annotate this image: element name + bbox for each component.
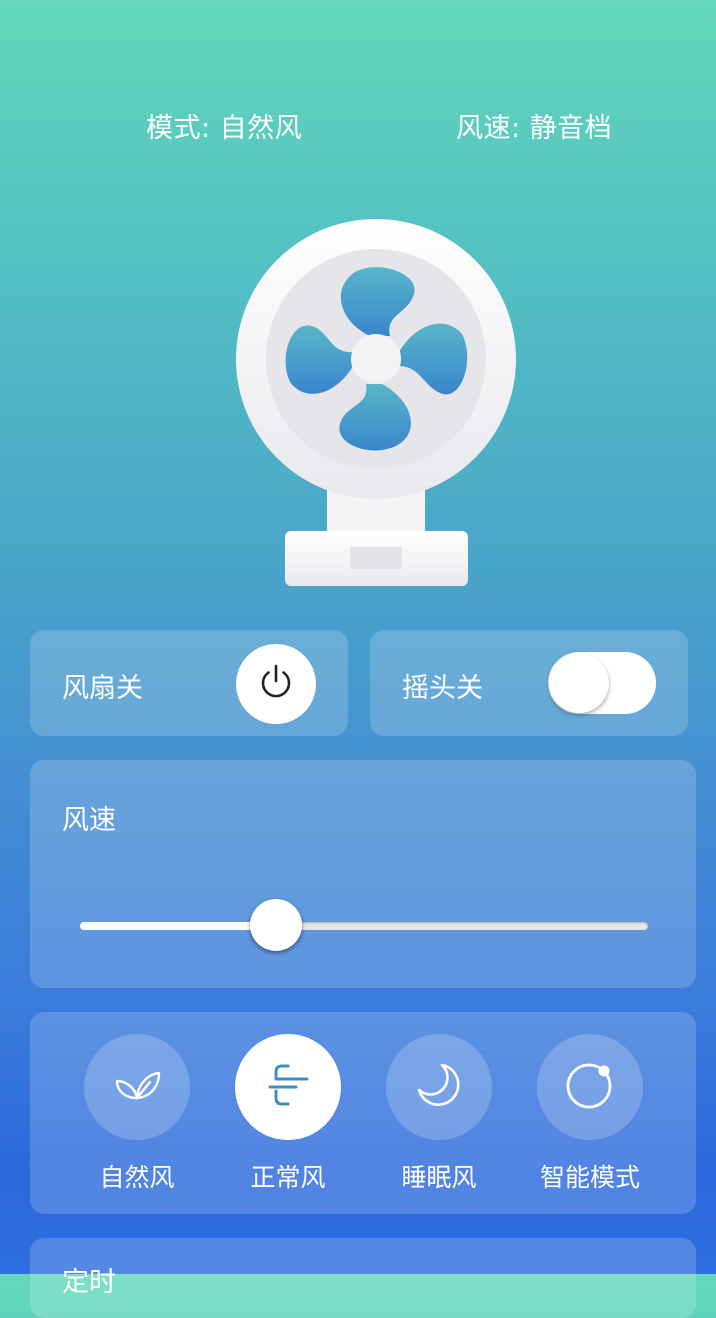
mode-smart-label: 智能模式 [539,1163,640,1192]
mode-normal-circle [235,1034,341,1140]
current-speed-text: 风速: 静音档 [456,113,613,144]
leaf-icon [112,1065,162,1109]
mode-natural-label: 自然风 [99,1163,175,1192]
moon-icon [414,1060,464,1114]
mode-sleep-label: 睡眠风 [401,1163,477,1192]
fan-power-card: 风扇关 [30,630,348,736]
power-icon [257,663,295,705]
smart-circle-icon [564,1059,616,1115]
fan-power-label: 风扇关 [62,673,143,704]
swing-toggle-knob [549,653,609,713]
power-button[interactable] [236,644,316,724]
speed-slider-thumb[interactable] [249,899,302,951]
swing-label: 摇头关 [402,673,483,704]
mode-sleep-circle [386,1034,492,1140]
status-row: 模式: 自然风 风速: 静音档 [0,106,716,146]
swing-card: 摇头关 [370,630,688,736]
mode-natural-circle [84,1034,190,1140]
mode-normal-button[interactable]: 正常风 [218,1034,358,1204]
timer-label: 定时 [62,1267,116,1298]
wind-speed-label: 风速 [62,805,116,836]
mode-normal-label: 正常风 [250,1163,326,1192]
mode-natural-button[interactable]: 自然风 [67,1034,207,1204]
mode-selector-card: 自然风 正常风 睡眠风 智能模式 [30,1012,696,1214]
mode-smart-button[interactable]: 智能模式 [520,1034,660,1204]
timer-card[interactable]: 定时 [30,1238,696,1318]
mode-smart-circle [537,1034,643,1140]
wind-icon [262,1059,314,1115]
wind-speed-card: 风速 [30,760,696,988]
speed-slider[interactable] [80,899,648,951]
fan-illustration [230,214,522,592]
mode-sleep-button[interactable]: 睡眠风 [369,1034,509,1204]
current-mode-text: 模式: 自然风 [146,113,303,144]
speed-slider-fill [80,922,276,930]
swing-toggle[interactable] [548,652,656,714]
